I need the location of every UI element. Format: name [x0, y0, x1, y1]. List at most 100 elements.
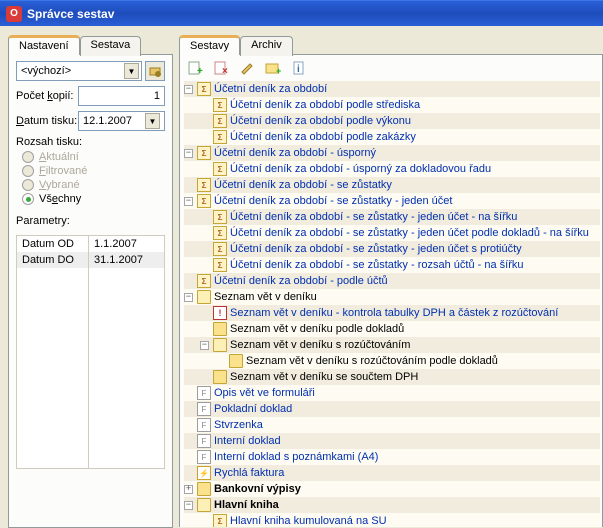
- tree-node-label: Účetní deník za období - úsporný: [214, 147, 376, 159]
- copies-input[interactable]: 1: [78, 86, 165, 106]
- tree-node-label: Stvrzenka: [214, 419, 263, 431]
- formrep-icon: [197, 450, 211, 464]
- formrep-icon: [197, 402, 211, 416]
- chevron-down-icon[interactable]: ▼: [124, 63, 139, 79]
- tree-node[interactable]: − Účetní deník za období - úsporný: [184, 145, 600, 161]
- formrep-icon: [197, 418, 211, 432]
- radio-icon: [22, 179, 34, 191]
- tree-node-label: Účetní deník za období: [214, 83, 327, 95]
- tree-node[interactable]: Hlavní kniha kumulovaná na SU: [184, 513, 600, 527]
- collapse-icon[interactable]: −: [200, 341, 209, 350]
- app-icon: O: [6, 6, 22, 22]
- expand-icon[interactable]: +: [184, 485, 193, 494]
- folder-gear-icon: [149, 65, 161, 77]
- tree-node-label: Účetní deník za období - podle účtů: [214, 275, 388, 287]
- tree-node[interactable]: Seznam vět v deníku s rozúčtováním podle…: [184, 353, 600, 369]
- radio-icon: [22, 165, 34, 177]
- tree-node[interactable]: Účetní deník za období - se zůstatky - j…: [184, 241, 600, 257]
- tree-node[interactable]: Seznam vět v deníku - kontrola tabulky D…: [184, 305, 600, 321]
- table-row[interactable]: Datum OD 1.1.2007: [17, 236, 164, 252]
- tree-node[interactable]: − Účetní deník za období: [184, 81, 600, 97]
- formrep-icon: [197, 434, 211, 448]
- radio-filtered: Filtrované: [22, 165, 165, 177]
- tab-archive[interactable]: Archiv: [240, 36, 293, 56]
- report-icon: [213, 514, 227, 527]
- title-bar: O Správce sestav: [0, 0, 603, 26]
- tree-node[interactable]: Interní doklad s poznámkami (A4): [184, 449, 600, 465]
- tree-node[interactable]: Účetní deník za období - úsporný za dokl…: [184, 161, 600, 177]
- chevron-down-icon[interactable]: ▼: [145, 113, 160, 129]
- param-value: 1.1.2007: [89, 236, 164, 252]
- tree-node[interactable]: −Účetní deník za období - se zůstatky - …: [184, 193, 600, 209]
- tree-node-label: Seznam vět v deníku - kontrola tabulky D…: [230, 307, 558, 319]
- tree-node-label: Bankovní výpisy: [214, 483, 301, 495]
- tree-node[interactable]: + Bankovní výpisy: [184, 481, 600, 497]
- print-date-label: Datum tisku:: [16, 115, 78, 127]
- report-icon: [197, 194, 211, 208]
- properties-button[interactable]: i: [288, 57, 310, 79]
- tree-node-label: Pokladní doklad: [214, 403, 292, 415]
- edit-button[interactable]: [236, 57, 258, 79]
- tree-node-label: Opis vět ve formuláři: [214, 387, 315, 399]
- print-date-input[interactable]: 12.1.2007 ▼: [78, 111, 165, 131]
- tab-settings-label: Nastavení: [19, 40, 69, 52]
- report-icon: [213, 98, 227, 112]
- tree-node-label: Účetní deník za období podle výkonu: [230, 115, 411, 127]
- collapse-icon[interactable]: −: [184, 197, 193, 206]
- tree-node[interactable]: Seznam vět v deníku se součtem DPH: [184, 369, 600, 385]
- preset-manage-button[interactable]: [145, 61, 165, 81]
- tree-node[interactable]: Pokladní doklad: [184, 401, 600, 417]
- folder-icon: [197, 482, 211, 496]
- delete-button[interactable]: ×: [210, 57, 232, 79]
- tree-node[interactable]: Stvrzenka: [184, 417, 600, 433]
- info-icon: i: [291, 60, 307, 76]
- folder-icon: [213, 370, 227, 384]
- tree-node-label: Rychlá faktura: [214, 467, 284, 479]
- tab-reports[interactable]: Sestavy: [179, 35, 240, 55]
- tab-report[interactable]: Sestava: [80, 36, 142, 56]
- tree-node[interactable]: −Hlavní kniha: [184, 497, 600, 513]
- tab-settings[interactable]: Nastavení: [8, 35, 80, 55]
- radio-all[interactable]: Všechny: [22, 193, 165, 205]
- warn-icon: [213, 306, 227, 320]
- collapse-icon[interactable]: −: [184, 501, 193, 510]
- svg-text:i: i: [297, 64, 300, 75]
- reports-toolbar: + × + i: [180, 55, 602, 81]
- folderopen-icon: [213, 338, 227, 352]
- tree-node[interactable]: Účetní deník za období podle zakázky: [184, 129, 600, 145]
- tree-node[interactable]: Seznam vět v deníku podle dokladů: [184, 321, 600, 337]
- report-icon: [197, 274, 211, 288]
- add-icon: +: [187, 60, 203, 76]
- radio-selected: Vybrané: [22, 179, 165, 191]
- tree-node[interactable]: Účetní deník za období - se zůstatky - j…: [184, 225, 600, 241]
- parameters-label: Parametry:: [16, 215, 165, 227]
- report-icon: [213, 130, 227, 144]
- tree-node-label: Hlavní kniha kumulovaná na SU: [230, 515, 387, 527]
- collapse-icon[interactable]: −: [184, 293, 193, 302]
- tree-node[interactable]: −Seznam vět v deníku s rozúčtováním: [184, 337, 600, 353]
- tree-node-label: Interní doklad s poznámkami (A4): [214, 451, 378, 463]
- add-button[interactable]: +: [184, 57, 206, 79]
- tree-node[interactable]: Opis vět ve formuláři: [184, 385, 600, 401]
- param-name: Datum OD: [17, 236, 89, 252]
- new-folder-button[interactable]: +: [262, 57, 284, 79]
- preset-select[interactable]: <výchozí> ▼: [16, 61, 142, 81]
- tree-node[interactable]: Rychlá faktura: [184, 465, 600, 481]
- tree-node-label: Seznam vět v deníku s rozúčtováním podle…: [246, 355, 498, 367]
- collapse-icon[interactable]: −: [184, 149, 193, 158]
- table-row[interactable]: Datum DO 31.1.2007: [17, 252, 164, 268]
- tree-node[interactable]: − Seznam vět v deníku: [184, 289, 600, 305]
- collapse-icon[interactable]: −: [184, 85, 193, 94]
- tree-node-label: Seznam vět v deníku: [214, 291, 317, 303]
- reports-tree[interactable]: − Účetní deník za období Účetní deník za o…: [180, 81, 602, 527]
- tree-node-label: Interní doklad: [214, 435, 281, 447]
- tree-node[interactable]: Účetní deník za období podle střediska: [184, 97, 600, 113]
- tree-node[interactable]: Účetní deník za období podle výkonu: [184, 113, 600, 129]
- window-title: Správce sestav: [27, 7, 114, 21]
- tree-node[interactable]: Účetní deník za období - se zůstatky - j…: [184, 209, 600, 225]
- tree-node[interactable]: Interní doklad: [184, 433, 600, 449]
- tree-node[interactable]: Účetní deník za období - se zůstatky - r…: [184, 257, 600, 273]
- tree-node[interactable]: Účetní deník za období - se zůstatky: [184, 177, 600, 193]
- param-name: Datum DO: [17, 252, 89, 268]
- tree-node[interactable]: Účetní deník za období - podle účtů: [184, 273, 600, 289]
